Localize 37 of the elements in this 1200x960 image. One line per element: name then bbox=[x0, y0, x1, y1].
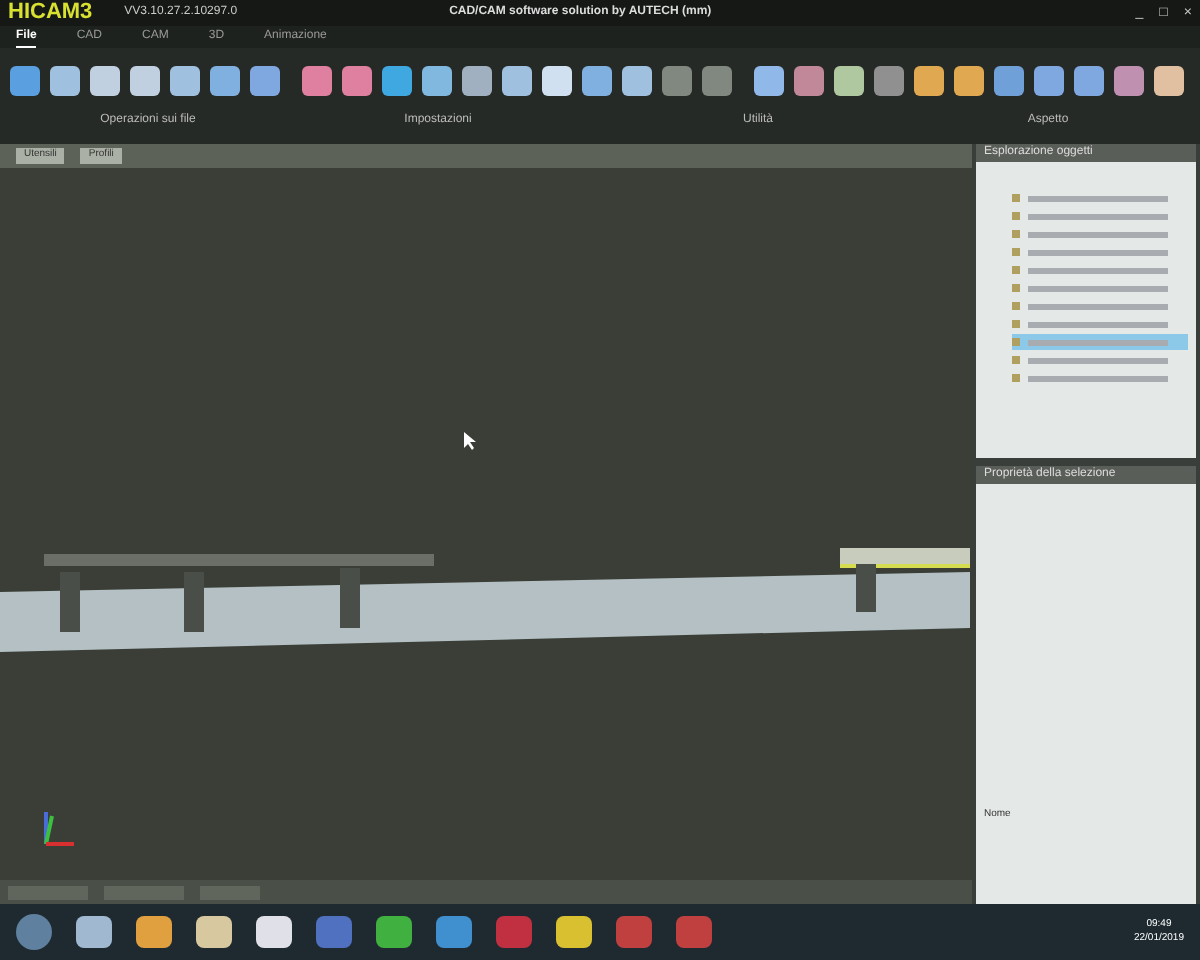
tool-icon[interactable] bbox=[1032, 63, 1066, 97]
tool-icon[interactable] bbox=[300, 63, 334, 97]
tool-icon[interactable] bbox=[912, 63, 946, 97]
taskbar-app-icon[interactable] bbox=[196, 916, 232, 948]
tool-icon[interactable] bbox=[540, 63, 574, 97]
tool-icon[interactable] bbox=[168, 63, 202, 97]
tool-icon[interactable] bbox=[48, 63, 82, 97]
start-button[interactable] bbox=[16, 914, 52, 950]
tool-icon[interactable] bbox=[88, 63, 122, 97]
tool-icon[interactable] bbox=[952, 63, 986, 97]
tool-icon[interactable] bbox=[208, 63, 242, 97]
tool-icon[interactable] bbox=[1072, 63, 1106, 97]
taskbar-app-icon[interactable] bbox=[556, 916, 592, 948]
tool-icon[interactable] bbox=[380, 63, 414, 97]
tool-icon[interactable] bbox=[832, 63, 866, 97]
taskbar-app-icon[interactable] bbox=[76, 916, 112, 948]
taskbar-app-icon[interactable] bbox=[376, 916, 412, 948]
tool-icon[interactable] bbox=[8, 63, 42, 97]
tool-icon[interactable] bbox=[340, 63, 374, 97]
tool-icon[interactable] bbox=[992, 63, 1026, 97]
tool-icon[interactable] bbox=[1152, 63, 1186, 97]
tool-icon[interactable] bbox=[248, 63, 282, 97]
tool-icon[interactable] bbox=[872, 63, 906, 97]
taskbar-app-icon[interactable] bbox=[136, 916, 172, 948]
tool-icon[interactable] bbox=[752, 63, 786, 97]
tool-icon[interactable] bbox=[1112, 63, 1146, 97]
tool-icon[interactable] bbox=[460, 63, 494, 97]
cursor-icon bbox=[464, 432, 476, 450]
tool-icon[interactable] bbox=[420, 63, 454, 97]
tool-icon[interactable] bbox=[620, 63, 654, 97]
tool-icon[interactable] bbox=[580, 63, 614, 97]
viewport[interactable] bbox=[0, 168, 972, 880]
tool-icon[interactable] bbox=[792, 63, 826, 97]
taskbar-app-icon[interactable] bbox=[256, 916, 292, 948]
tool-icon[interactable] bbox=[500, 63, 534, 97]
app-logo: HICAM3 bbox=[8, 0, 93, 29]
tool-icon[interactable] bbox=[128, 63, 162, 97]
